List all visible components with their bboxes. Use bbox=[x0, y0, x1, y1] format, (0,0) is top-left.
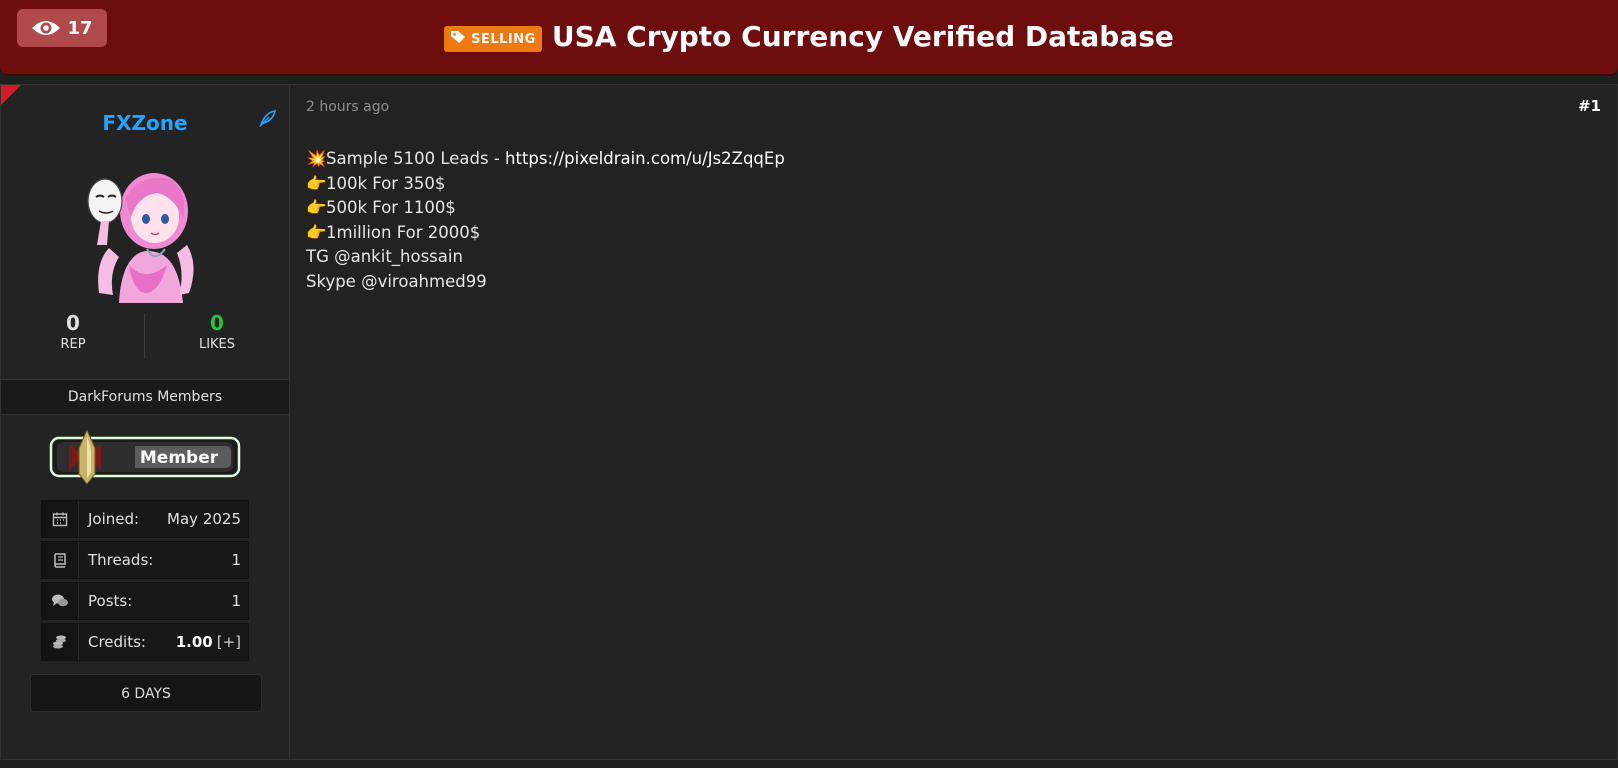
author-stats: 0 REP 0 LIKES bbox=[1, 311, 289, 371]
selling-prefix-badge[interactable]: SELLING bbox=[444, 26, 542, 52]
thread-header: 17 SELLING USA Crypto Currency Verified … bbox=[0, 0, 1618, 76]
comments-icon bbox=[42, 583, 79, 619]
online-indicator bbox=[1, 85, 21, 105]
likes-label: LIKES bbox=[198, 337, 236, 352]
likes-stat[interactable]: 0 LIKES bbox=[145, 311, 289, 352]
credits-value-wrap: 1.00 [+] bbox=[176, 633, 248, 651]
post-body: 💥Sample 5100 Leads - https://pixeldrain.… bbox=[306, 147, 785, 294]
credits-label: Credits: bbox=[88, 633, 146, 651]
pointing-hand-icon: 👉 bbox=[306, 198, 327, 217]
credits-row: Credits: 1.00 [+] bbox=[41, 623, 249, 661]
joined-value: May 2025 bbox=[167, 510, 241, 528]
membership-days: 6 DAYS bbox=[30, 674, 262, 712]
joined-label: Joined: bbox=[88, 510, 140, 528]
post-time[interactable]: 2 hours ago bbox=[306, 99, 389, 115]
prefix-label: SELLING bbox=[471, 31, 536, 47]
tag-icon bbox=[450, 30, 466, 48]
line-text: Skype @viroahmed99 bbox=[306, 271, 487, 291]
rank-label: Member bbox=[140, 448, 219, 468]
author-sidebar: FXZone 0 REP 0 LIKES DarkForums Members … bbox=[1, 85, 290, 759]
thread-title: USA Crypto Currency Verified Database bbox=[551, 19, 1174, 53]
add-credits-button[interactable]: [+] bbox=[217, 633, 241, 651]
post-line: 👉500k For 1100$ bbox=[306, 196, 785, 221]
post-content: 2 hours ago #1 💥Sample 5100 Leads - http… bbox=[290, 85, 1617, 759]
username-link[interactable]: FXZone bbox=[1, 111, 289, 135]
line-text: TG @ankit_hossain bbox=[306, 247, 463, 266]
likes-value: 0 bbox=[210, 311, 224, 335]
posts-label: Posts: bbox=[88, 592, 133, 610]
credits-value: 1.00 bbox=[175, 633, 213, 651]
collision-icon: 💥 bbox=[306, 149, 327, 168]
user-group: DarkForums Members bbox=[1, 379, 289, 415]
coins-icon bbox=[42, 624, 79, 660]
rep-label: REP bbox=[60, 337, 86, 352]
line-text: 100k For 350$ bbox=[326, 173, 446, 193]
posts-value[interactable]: 1 bbox=[231, 592, 248, 610]
calendar-icon bbox=[42, 501, 79, 537]
sample-link[interactable]: https://pixeldrain.com/u/Js2ZqqEp bbox=[505, 149, 785, 168]
post-line: 👉100k For 350$ bbox=[306, 172, 785, 197]
book-icon bbox=[42, 542, 79, 578]
avatar[interactable] bbox=[79, 153, 213, 305]
post-line: TG @ankit_hossain bbox=[306, 245, 785, 270]
line-text: Sample 5100 Leads - bbox=[326, 149, 506, 168]
pointing-hand-icon: 👉 bbox=[306, 173, 327, 193]
threads-row: Threads: 1 bbox=[41, 541, 249, 579]
member-rank-badge: Member bbox=[49, 428, 243, 485]
threads-label: Threads: bbox=[88, 551, 154, 569]
posts-row: Posts: 1 bbox=[41, 582, 249, 620]
post-container: FXZone 0 REP 0 LIKES DarkForums Members … bbox=[0, 84, 1618, 760]
post-number-link[interactable]: #1 bbox=[1578, 97, 1601, 115]
pointing-hand-icon: 👉 bbox=[306, 222, 327, 242]
author-info-list: Joined: May 2025 Threads: 1 Posts: 1 Cre… bbox=[41, 500, 249, 664]
rep-stat[interactable]: 0 REP bbox=[1, 311, 145, 352]
post-line: 💥Sample 5100 Leads - https://pixeldrain.… bbox=[306, 147, 785, 172]
line-text: 500k For 1100$ bbox=[326, 198, 456, 217]
joined-row: Joined: May 2025 bbox=[41, 500, 249, 538]
post-line: 👉1million For 2000$ bbox=[306, 221, 785, 246]
line-text: 1million For 2000$ bbox=[326, 222, 481, 242]
post-line: Skype @viroahmed99 bbox=[306, 270, 785, 295]
feather-icon bbox=[259, 109, 277, 131]
rep-value: 0 bbox=[66, 311, 80, 335]
threads-value[interactable]: 1 bbox=[231, 551, 248, 569]
